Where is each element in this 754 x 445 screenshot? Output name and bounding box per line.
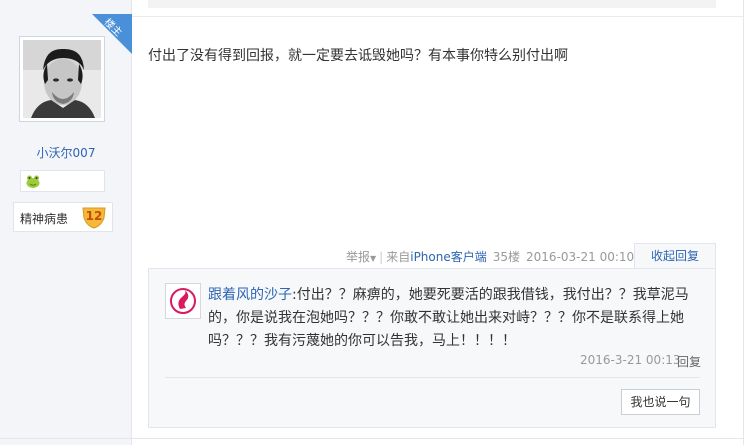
post-bottom-border xyxy=(0,438,743,439)
report-arrow-icon: ▼ xyxy=(370,254,377,263)
reply-author-avatar[interactable] xyxy=(165,283,201,319)
reply-timestamp: 2016-3-21 00:13 xyxy=(580,353,681,367)
post-meta: 举报▼ | 来自iPhone客户端 35楼 2016-03-21 00:10 xyxy=(346,248,634,265)
green-frog-icon xyxy=(26,175,40,188)
badge-label: 精神病患 xyxy=(20,212,69,226)
source-app-link[interactable]: iPhone客户端 xyxy=(410,250,487,264)
reply-author-name[interactable]: 跟着风的沙子 xyxy=(208,287,292,303)
source-prefix: 来自 xyxy=(386,250,411,264)
collapse-replies-button[interactable]: 收起回复 xyxy=(634,243,716,269)
floor-number: 35楼 xyxy=(492,250,521,264)
avatar-photo-icon xyxy=(23,40,101,118)
divider-line xyxy=(132,16,743,17)
report-button[interactable]: 举报▼ xyxy=(346,250,376,264)
member-badge[interactable]: 精神病患 12 xyxy=(13,202,113,232)
level-indicator xyxy=(20,170,105,192)
pink-logo-icon xyxy=(170,288,196,314)
reply-divider xyxy=(165,377,700,378)
meta-separator: | xyxy=(379,250,384,264)
previous-post-edge xyxy=(148,0,716,8)
post-content: 付出了没有得到回报，就一定要去诋毁她吗？有本事你特么别付出啊 xyxy=(148,48,568,64)
badge-level: 12 xyxy=(85,209,103,223)
author-username[interactable]: 小沃尔007 xyxy=(0,144,132,161)
post-date: 2016-03-21 00:10 xyxy=(526,250,635,264)
right-border xyxy=(743,0,744,445)
add-comment-button[interactable]: 我也说一句 xyxy=(621,389,700,415)
reply-body: 跟着风的沙子:付出？？麻痹的，她要死要活的跟我借钱，我付出？？我草泥马的，你是说… xyxy=(208,284,702,353)
reply-link[interactable]: 回复 xyxy=(677,353,701,370)
author-avatar[interactable] xyxy=(19,36,105,122)
